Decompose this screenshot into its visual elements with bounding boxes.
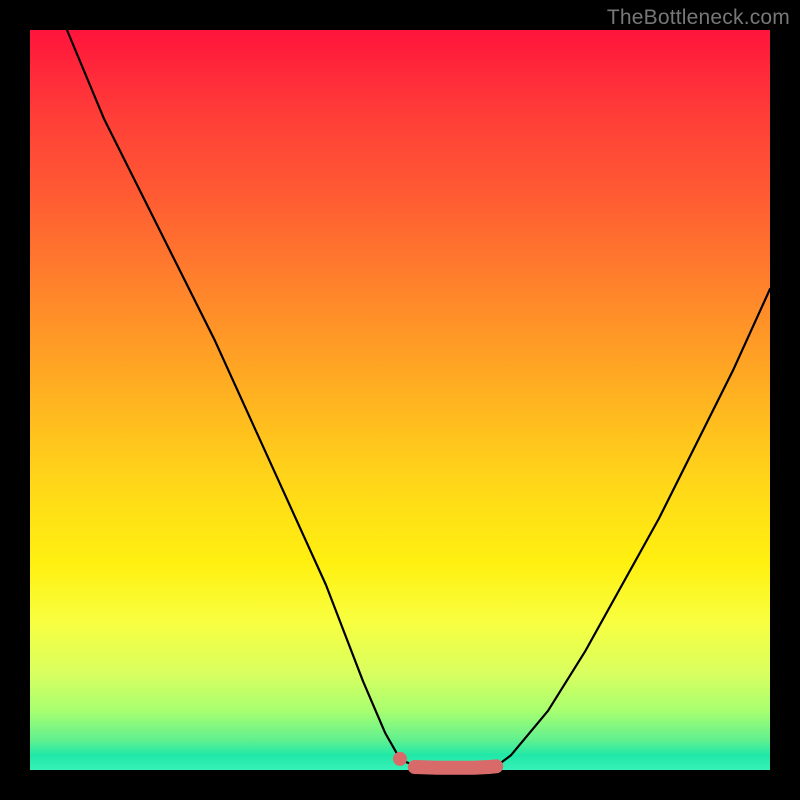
chart-frame: TheBottleneck.com <box>0 0 800 800</box>
plot-area <box>30 30 770 770</box>
chart-svg <box>30 30 770 770</box>
curve-left-branch <box>67 30 415 766</box>
curve-right-branch <box>496 289 770 766</box>
minimum-highlight <box>415 766 496 767</box>
watermark-text: TheBottleneck.com <box>607 6 790 30</box>
marker-lone-dot <box>393 752 407 766</box>
